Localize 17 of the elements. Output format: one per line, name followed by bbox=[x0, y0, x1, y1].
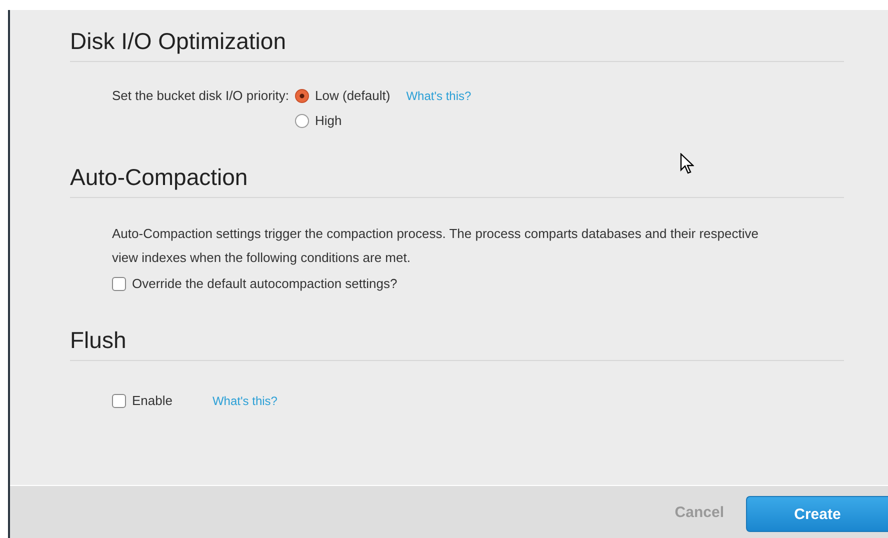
field-label: Set the bucket disk I/O priority: bbox=[112, 88, 290, 103]
radio-button[interactable] bbox=[295, 88, 310, 102]
section-heading: Flush bbox=[70, 323, 844, 361]
cursor-icon bbox=[680, 153, 694, 175]
radio-button[interactable] bbox=[295, 114, 310, 128]
create-button[interactable]: Create bbox=[746, 496, 888, 532]
checkbox-label: Override the default autocompaction settings? bbox=[132, 276, 398, 291]
help-link[interactable]: What's this? bbox=[406, 88, 472, 102]
radio-label: Low (default) bbox=[315, 88, 390, 103]
section-heading: Disk I/O Optimization bbox=[70, 24, 844, 62]
checkbox-label: Enable bbox=[132, 393, 172, 408]
help-link[interactable]: What's this? bbox=[212, 394, 278, 408]
checkbox[interactable] bbox=[112, 276, 126, 290]
cancel-button[interactable]: Cancel bbox=[670, 500, 728, 524]
checkbox[interactable] bbox=[112, 394, 126, 408]
description-text: Auto-Compaction settings trigger the compaction process. The process comparts databases and their respective view indexes when the following conditions are met. bbox=[112, 225, 760, 267]
radio-label: High bbox=[315, 113, 342, 128]
